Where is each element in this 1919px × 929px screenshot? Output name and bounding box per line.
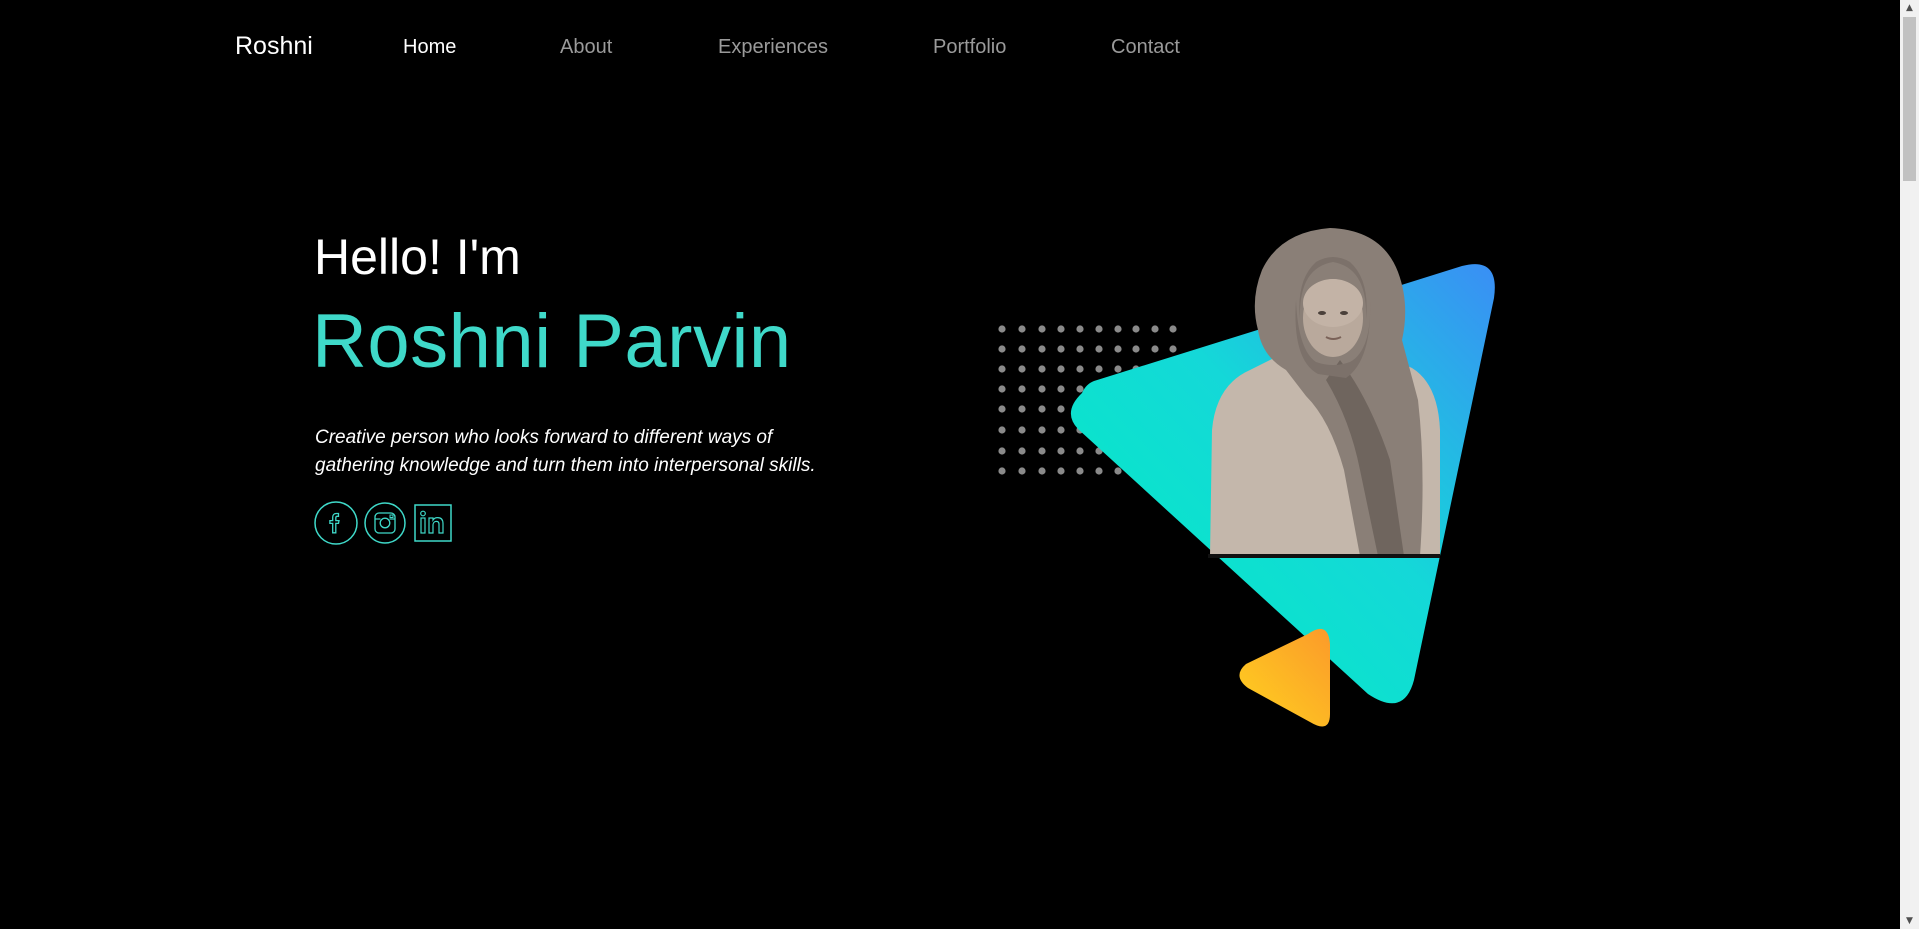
person-portrait-icon — [1210, 228, 1440, 556]
facebook-link[interactable] — [314, 501, 358, 545]
nav-home[interactable]: Home — [403, 36, 456, 59]
page: Roshni Home About Experiences Portfolio … — [0, 0, 1919, 929]
nav-contact[interactable]: Contact — [1111, 36, 1180, 59]
hero-greeting: Hello! I'm — [314, 229, 521, 285]
linkedin-link[interactable] — [414, 504, 452, 542]
hero-name: Roshni Parvin — [312, 299, 792, 384]
linkedin-icon — [414, 504, 452, 542]
scroll-up-arrow-icon[interactable]: ▲ — [1900, 0, 1919, 16]
scroll-down-arrow-icon[interactable]: ▼ — [1900, 913, 1919, 929]
hero-tagline: Creative person who looks forward to dif… — [315, 424, 855, 480]
nav-portfolio[interactable]: Portfolio — [933, 36, 1006, 59]
scrollbar-thumb[interactable] — [1903, 17, 1916, 181]
nav-experiences[interactable]: Experiences — [718, 36, 828, 59]
hero-artwork — [998, 228, 1495, 727]
portrait-base-line — [1208, 554, 1440, 558]
small-triangle-shape — [1239, 628, 1330, 727]
page-scrollbar[interactable]: ▲ ▼ — [1900, 0, 1919, 929]
tagline-line-2: gathering knowledge and turn them into i… — [315, 455, 816, 476]
tagline-line-1: Creative person who looks forward to dif… — [315, 427, 773, 448]
nav-about[interactable]: About — [560, 36, 612, 59]
brand-logo[interactable]: Roshni — [235, 32, 313, 61]
instagram-icon — [364, 502, 406, 544]
facebook-icon — [314, 501, 358, 545]
instagram-link[interactable] — [364, 502, 406, 544]
